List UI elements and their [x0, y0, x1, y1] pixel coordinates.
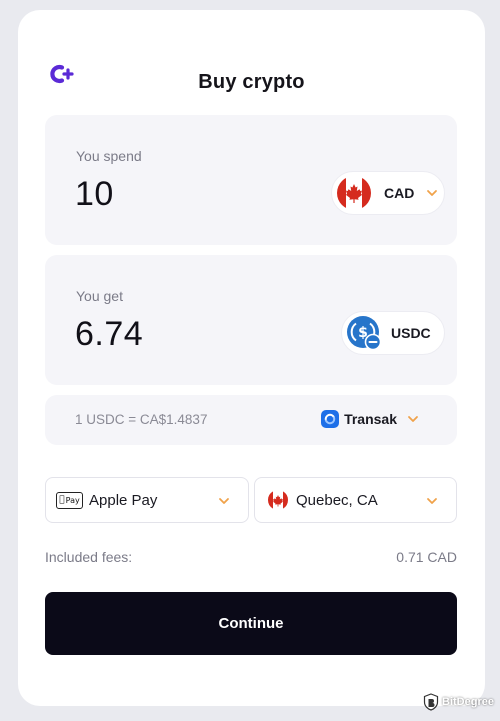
- canada-flag-icon: [268, 490, 288, 510]
- canada-flag-icon: [337, 176, 371, 210]
- rate-row: 1 USDC = CA$1.4837 Transak: [45, 395, 457, 445]
- spend-currency-selector[interactable]: CAD: [331, 171, 445, 215]
- buy-crypto-widget: Buy crypto You spend 10 CAD You get 6.74: [18, 10, 485, 706]
- chevron-down-icon: [408, 416, 418, 422]
- continue-button[interactable]: Continue: [45, 592, 457, 655]
- fees-value: 0.71 CAD: [396, 549, 457, 565]
- spend-currency-label: CAD: [384, 185, 415, 201]
- chevron-down-icon: [427, 190, 438, 196]
- usdc-coin-icon: $: [347, 316, 382, 351]
- region-label: Quebec, CA: [296, 491, 378, 509]
- shield-icon: [423, 693, 439, 711]
- spend-amount-input[interactable]: 10: [75, 175, 114, 214]
- provider-label: Transak: [344, 411, 397, 427]
- transak-icon: [321, 410, 340, 428]
- chevron-down-icon: [427, 498, 437, 504]
- page-title: Buy crypto: [198, 71, 305, 93]
- apple-pay-icon: Pay: [56, 491, 83, 509]
- bitdegree-watermark: BitDegree: [423, 693, 494, 711]
- spend-label: You spend: [76, 148, 142, 164]
- region-select[interactable]: Quebec, CA: [254, 477, 457, 523]
- chevron-down-icon: [219, 498, 229, 504]
- get-amount: 6.74: [75, 315, 144, 353]
- fees-label: Included fees:: [45, 549, 133, 565]
- payment-method-label: Apple Pay: [89, 491, 158, 509]
- spend-panel: You spend 10 CAD: [45, 115, 457, 245]
- get-panel: You get 6.74 $ USDC: [45, 255, 457, 385]
- payment-method-select[interactable]: Pay Apple Pay: [45, 477, 249, 523]
- provider-selector[interactable]: Transak: [321, 410, 419, 428]
- watermark-text: BitDegree: [442, 696, 494, 708]
- exchange-rate: 1 USDC = CA$1.4837: [75, 412, 208, 427]
- get-label: You get: [76, 288, 123, 304]
- get-currency-label: USDC: [391, 325, 431, 341]
- get-currency-selector[interactable]: $ USDC: [341, 311, 445, 355]
